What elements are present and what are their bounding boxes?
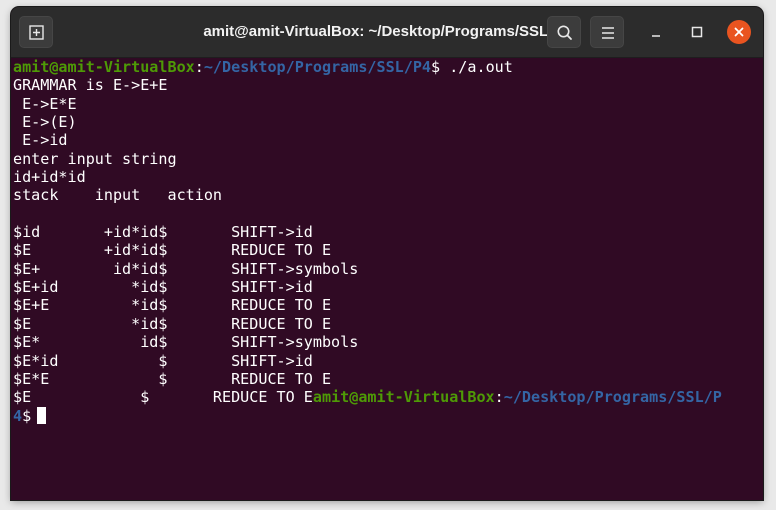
hamburger-menu-icon — [602, 27, 614, 39]
output-line: E->E*E — [13, 94, 77, 113]
parse-step-line: $E+E *id$ REDUCE TO E — [13, 296, 332, 315]
new-tab-icon — [29, 25, 44, 40]
parse-step-line: $E*E $ REDUCE TO E — [13, 369, 332, 388]
prompt-path-wrap: 4 — [13, 406, 23, 425]
close-button[interactable] — [727, 20, 751, 44]
minimize-icon — [652, 35, 660, 37]
parse-step-line: $E+id *id$ SHIFT->id — [13, 278, 313, 297]
maximize-icon — [691, 26, 703, 38]
parse-step-line: $E *id$ REDUCE TO E — [13, 314, 332, 333]
current-prompt-line: 4$ — [13, 406, 761, 425]
maximize-button[interactable] — [685, 20, 709, 44]
parse-step-line: $E* id$ SHIFT->symbols — [13, 333, 359, 352]
output-line: GRAMMAR is E->E+E — [13, 76, 168, 95]
prompt-symbol: $ — [431, 58, 450, 76]
terminal-output[interactable]: amit@amit-VirtualBox:~/Desktop/Programs/… — [13, 58, 761, 498]
new-tab-button[interactable] — [19, 16, 53, 48]
search-button[interactable] — [547, 16, 581, 48]
minimize-button[interactable] — [644, 20, 668, 44]
parse-step-line: $E +id*id$ REDUCE TO E — [13, 241, 332, 260]
output-line: id+id*id — [13, 168, 86, 187]
output-line: E->id — [13, 131, 68, 150]
menu-button[interactable] — [590, 16, 624, 48]
prompt-user: amit@amit-VirtualBox — [312, 388, 495, 407]
command-text: ./a.out — [449, 58, 513, 76]
final-step-text: $E $ REDUCE TO E — [13, 388, 313, 407]
prompt-separator: : — [494, 388, 504, 407]
text-cursor[interactable] — [37, 406, 47, 424]
parse-step-line: $E*id $ SHIFT->id — [13, 351, 313, 370]
search-icon — [557, 25, 572, 40]
close-icon — [734, 27, 744, 37]
output-line: enter input string — [13, 149, 177, 168]
prompt-separator: : — [194, 58, 204, 76]
parse-step-line: $id +id*id$ SHIFT->id — [13, 223, 313, 242]
prompt-symbol: $ — [22, 406, 32, 425]
command-prompt-line: amit@amit-VirtualBox:~/Desktop/Programs/… — [13, 58, 761, 76]
terminal-window: amit@amit-VirtualBox: ~/Desktop/Programs… — [11, 7, 763, 500]
prompt-path: ~/Desktop/Programs/SSL/P4 — [203, 58, 432, 76]
parse-step-line: $E+ id*id$ SHIFT->symbols — [13, 259, 359, 278]
title-bar[interactable]: amit@amit-VirtualBox: ~/Desktop/Programs… — [11, 7, 763, 58]
output-line: E->(E) — [13, 113, 77, 132]
prompt-path: ~/Desktop/Programs/SSL/P — [503, 388, 722, 407]
prompt-user: amit@amit-VirtualBox — [13, 58, 195, 76]
final-step-line: $E $ REDUCE TO Eamit@amit-VirtualBox:~/D… — [13, 388, 761, 406]
table-header-line: stack input action — [13, 186, 223, 205]
